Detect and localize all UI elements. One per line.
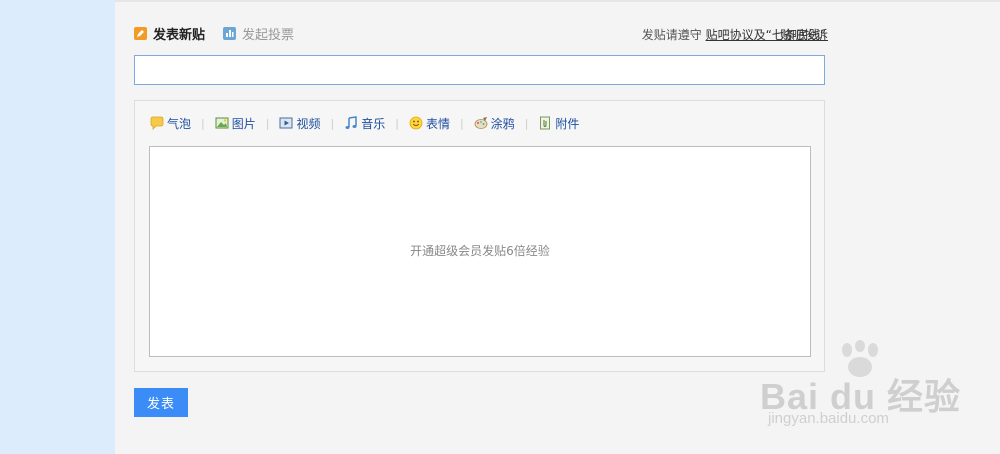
watermark-domain: jingyan.baidu.com	[768, 410, 889, 427]
tool-video-label: 视频	[296, 116, 321, 131]
attachment-icon	[540, 116, 551, 130]
tool-emoji[interactable]: 表情	[409, 115, 450, 132]
editor-container: 气泡 | 图片 | 视频 | 音乐 | 表情 | 涂鸦 | 附件 开通超级会员发…	[134, 100, 825, 372]
tool-image[interactable]: 图片	[215, 115, 256, 132]
tab-new-post[interactable]: 发表新贴	[134, 24, 205, 43]
post-type-tabs: 发表新贴 发起投票	[134, 23, 312, 43]
left-background-strip	[0, 0, 115, 454]
tool-image-label: 图片	[231, 116, 256, 131]
tab-poll-label: 发起投票	[242, 27, 295, 43]
toolbar-separator: |	[459, 116, 464, 130]
editor-placeholder: 开通超级会员发贴6倍经验	[410, 244, 550, 258]
tab-poll[interactable]: 发起投票	[223, 24, 294, 43]
tab-new-post-label: 发表新贴	[153, 27, 206, 43]
video-icon	[279, 117, 293, 129]
title-input[interactable]	[134, 55, 825, 85]
tool-music-label: 音乐	[361, 116, 386, 131]
tool-graffiti[interactable]: 涂鸦	[474, 115, 515, 132]
image-icon	[215, 117, 229, 129]
tool-music[interactable]: 音乐	[344, 115, 385, 132]
poll-chart-icon	[223, 26, 237, 40]
music-icon	[345, 116, 357, 129]
toolbar-separator: |	[201, 116, 205, 130]
emoji-icon	[409, 116, 423, 130]
report-link[interactable]: 贴吧投诉	[780, 26, 828, 43]
rules-prefix: 发贴请遵守	[641, 28, 706, 42]
tool-attachment[interactable]: 附件	[538, 115, 579, 132]
tool-bubble[interactable]: 气泡	[150, 115, 191, 132]
graffiti-icon	[474, 117, 488, 129]
tool-emoji-label: 表情	[425, 116, 450, 131]
toolbar-separator: |	[330, 116, 335, 130]
tool-attachment-label: 附件	[555, 116, 580, 131]
editor-toolbar: 气泡 | 图片 | 视频 | 音乐 | 表情 | 涂鸦 | 附件	[150, 114, 579, 132]
top-divider	[115, 0, 1000, 2]
tool-video[interactable]: 视频	[279, 115, 320, 132]
edit-icon	[134, 26, 147, 40]
post-content-editor[interactable]: 开通超级会员发贴6倍经验	[149, 146, 811, 357]
tool-graffiti-label: 涂鸦	[490, 116, 515, 131]
toolbar-separator: |	[524, 116, 529, 130]
toolbar-separator: |	[265, 116, 270, 130]
bubble-icon	[150, 116, 164, 130]
tool-bubble-label: 气泡	[167, 116, 192, 131]
toolbar-separator: |	[395, 116, 399, 130]
submit-button[interactable]: 发表	[134, 388, 188, 417]
